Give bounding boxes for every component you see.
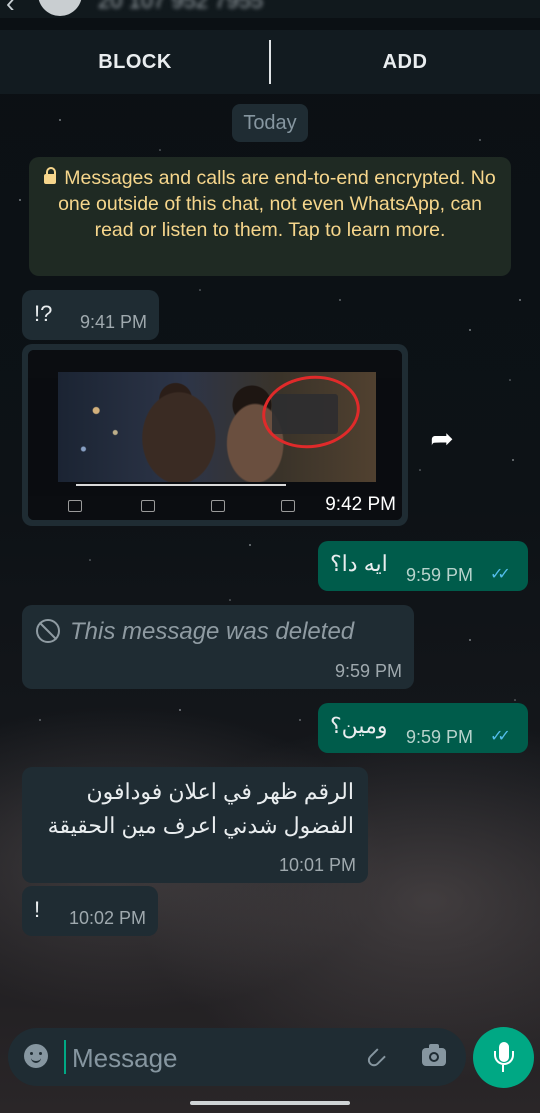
- message-composer: ⊂: [8, 1028, 466, 1086]
- message-time: 9:41 PM: [79, 312, 147, 332]
- message-text: !?: [34, 301, 53, 326]
- emoji-icon[interactable]: [24, 1044, 48, 1068]
- message-outgoing[interactable]: ايه دا؟ 9:59 PM ✓✓: [318, 541, 528, 591]
- add-contact-button[interactable]: ADD: [270, 30, 540, 94]
- message-time: 9:42 PM: [325, 494, 396, 515]
- encryption-notice[interactable]: Messages and calls are end-to-end encryp…: [29, 157, 511, 276]
- message-text: ومين؟: [330, 713, 388, 738]
- forward-icon[interactable]: ➦: [420, 416, 464, 460]
- message-deleted[interactable]: This message was deleted 9:59 PM: [22, 605, 414, 689]
- message-text: ايه دا؟: [330, 551, 388, 576]
- home-indicator: [190, 1101, 350, 1105]
- mic-icon-arc: [494, 1051, 514, 1065]
- delete-icon: [281, 500, 295, 512]
- message-time: 10:02 PM: [68, 908, 146, 928]
- mic-button[interactable]: [473, 1027, 534, 1088]
- message-time: 9:59 PM: [406, 565, 474, 585]
- chat-header: ‹ 20 107 952 7955: [0, 0, 540, 18]
- message-incoming[interactable]: ! 10:02 PM: [22, 886, 158, 936]
- message-input[interactable]: [70, 1038, 344, 1078]
- video-progress-bar: [76, 484, 286, 486]
- message-text-line1: الرقم ظهر في اعلان فودافون: [86, 779, 354, 804]
- message-incoming[interactable]: !? 9:41 PM: [22, 290, 159, 340]
- read-ticks-icon: ✓✓: [490, 566, 511, 583]
- attach-icon[interactable]: ⊂: [357, 1037, 394, 1077]
- message-text-line2: الفضول شدني اعرف مين الحقيقة: [47, 813, 354, 838]
- message-time: 10:01 PM: [278, 855, 356, 875]
- message-text: !: [34, 897, 41, 922]
- back-arrow-icon[interactable]: ‹: [6, 0, 15, 18]
- block-button[interactable]: BLOCK: [0, 30, 270, 94]
- text-cursor: [64, 1040, 66, 1074]
- share-icon: [68, 500, 82, 512]
- message-time: 9:59 PM: [406, 727, 474, 747]
- date-chip: Today: [232, 104, 308, 142]
- message-time: 9:59 PM: [334, 661, 402, 681]
- message-outgoing[interactable]: ومين؟ 9:59 PM ✓✓: [318, 703, 528, 753]
- favorite-icon: [141, 500, 155, 512]
- video-message[interactable]: 9:42 PM: [22, 344, 408, 526]
- encryption-notice-text: Messages and calls are end-to-end encryp…: [58, 167, 496, 241]
- lock-icon: [44, 167, 57, 184]
- unknown-contact-action-bar: BLOCK ADD: [0, 30, 540, 94]
- message-incoming[interactable]: الرقم ظهر في اعلان فودافون الفضول شدني ا…: [22, 767, 368, 883]
- read-ticks-icon: ✓✓: [490, 728, 511, 745]
- camera-icon[interactable]: [422, 1044, 446, 1066]
- deleted-message-text: This message was deleted: [70, 618, 355, 645]
- blocked-icon: [36, 619, 60, 643]
- contact-number[interactable]: 20 107 952 7955: [98, 0, 263, 14]
- mic-icon-stem: [502, 1065, 504, 1072]
- avatar[interactable]: [38, 0, 82, 16]
- edit-icon: [211, 500, 225, 512]
